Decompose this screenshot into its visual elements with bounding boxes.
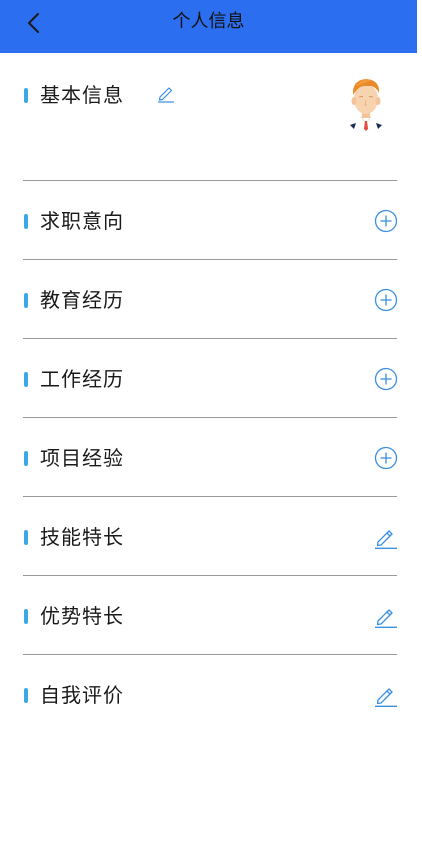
header-bar: 个人信息 [0,0,417,53]
section-row-education[interactable]: 教育经历 [0,260,417,339]
edit-strengths-button[interactable] [374,604,398,628]
avatar[interactable] [342,73,390,135]
edit-self-evaluation-button[interactable] [374,683,398,707]
pencil-icon [375,688,397,707]
page-title: 个人信息 [172,11,245,32]
section-marker [24,372,28,387]
add-project-experience-button[interactable] [374,446,398,470]
add-work-experience-button[interactable] [374,367,398,391]
section-marker [24,688,28,703]
section-row-project-experience[interactable]: 项目经验 [0,418,417,497]
section-marker [24,88,28,103]
pencil-icon [375,530,397,549]
section-label: 工作经历 [40,367,124,391]
section-marker [24,609,28,624]
section-marker [24,293,28,308]
plus-circle-icon [374,367,398,391]
section-row-job-intention[interactable]: 求职意向 [0,181,417,260]
add-education-button[interactable] [374,288,398,312]
pencil-icon [158,87,174,103]
pencil-icon [375,609,397,628]
plus-circle-icon [374,446,398,470]
section-label: 求职意向 [40,209,124,233]
section-label: 自我评价 [40,683,124,707]
basic-info-label: 基本信息 [40,83,124,107]
section-label: 优势特长 [40,604,124,628]
edit-skills-button[interactable] [374,525,398,549]
avatar-cartoon-man [348,79,384,131]
basic-info-section: 基本信息 [0,53,417,181]
section-row-self-evaluation[interactable]: 自我评价 [0,655,417,734]
add-job-intention-button[interactable] [374,209,398,233]
section-label: 项目经验 [40,446,124,470]
section-label: 技能特长 [40,525,124,549]
plus-circle-icon [374,209,398,233]
section-row-strengths[interactable]: 优势特长 [0,576,417,655]
section-row-work-experience[interactable]: 工作经历 [0,339,417,418]
basic-info-edit-button[interactable] [156,83,176,103]
section-marker [24,530,28,545]
section-marker [24,451,28,466]
resume-page: 个人信息 基本信息 求职意向 教育经历 工作经历 项目经验 技能特长 优势特长 … [0,0,422,853]
section-row-skills[interactable]: 技能特长 [0,497,417,576]
section-marker [24,214,28,229]
plus-circle-icon [374,288,398,312]
section-label: 教育经历 [40,288,124,312]
